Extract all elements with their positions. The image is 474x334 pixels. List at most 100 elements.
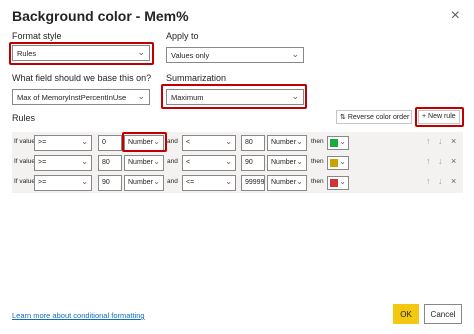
rule-color-picker[interactable]: ⌄ xyxy=(327,136,349,150)
rule-if-label: If value xyxy=(14,138,35,145)
delete-rule-icon[interactable]: × xyxy=(451,136,456,146)
rule-type1-dropdown[interactable]: Number ⌄ xyxy=(124,175,164,191)
color-swatch xyxy=(330,179,338,187)
ok-button[interactable]: OK xyxy=(393,304,419,324)
format-style-label: Format style xyxy=(12,31,62,41)
chevron-down-icon: ⌄ xyxy=(296,177,303,186)
rule-type2-value: Number xyxy=(271,139,296,146)
rule-operator1-value: >= xyxy=(38,139,47,146)
chevron-down-icon: ⌄ xyxy=(81,177,88,186)
summarization-value: Maximum xyxy=(171,93,204,102)
rule-row: If value >= ⌄ 0 Number ⌄ and < ⌄ 80 Numb… xyxy=(12,134,463,152)
rule-operator2-value: <= xyxy=(186,179,195,186)
chevron-down-icon: ⌄ xyxy=(296,137,303,146)
cancel-button[interactable]: Cancel xyxy=(424,304,462,324)
rule-and-label: and xyxy=(167,178,178,185)
chevron-down-icon: ⌄ xyxy=(291,49,299,59)
rule-operator2-dropdown[interactable]: <= ⌄ xyxy=(182,175,236,191)
base-field-value: Max of MemoryInstPercentInUse xyxy=(17,93,127,102)
rule-if-label: If value xyxy=(14,178,35,185)
chevron-down-icon: ⌄ xyxy=(296,157,303,166)
chevron-down-icon: ⌄ xyxy=(291,91,299,101)
chevron-down-icon: ⌄ xyxy=(339,157,346,166)
apply-to-value: Values only xyxy=(171,51,210,60)
rule-type2-dropdown[interactable]: Number ⌄ xyxy=(267,175,307,191)
chevron-down-icon: ⌄ xyxy=(339,177,346,186)
apply-to-label: Apply to xyxy=(166,31,199,41)
rule-operator2-value: < xyxy=(186,159,191,166)
summarization-label: Summarization xyxy=(166,73,227,83)
rule-operator1-dropdown[interactable]: >= ⌄ xyxy=(34,155,92,171)
base-field-label: What field should we base this on? xyxy=(12,73,152,83)
color-swatch xyxy=(330,159,338,167)
rule-operator1-value: >= xyxy=(38,159,47,166)
base-field-dropdown[interactable]: Max of MemoryInstPercentInUse ⌄ xyxy=(12,89,150,105)
chevron-down-icon: ⌄ xyxy=(137,47,145,57)
learn-more-link[interactable]: Learn more about conditional formatting xyxy=(12,311,145,320)
apply-to-dropdown[interactable]: Values only ⌄ xyxy=(166,47,304,63)
rule-value1-input[interactable]: 90 xyxy=(98,175,122,191)
move-down-icon[interactable]: ↓ xyxy=(438,176,443,186)
chevron-down-icon: ⌄ xyxy=(153,177,160,186)
rule-type2-value: Number xyxy=(271,179,296,186)
rule-type1-dropdown[interactable]: Number ⌄ xyxy=(124,155,164,171)
chevron-down-icon: ⌄ xyxy=(225,137,232,146)
format-style-dropdown[interactable]: Rules ⌄ xyxy=(12,45,150,61)
color-swatch xyxy=(330,139,338,147)
rule-then-label: then xyxy=(311,138,324,145)
rule-and-label: and xyxy=(167,158,178,165)
rule-operator2-dropdown[interactable]: < ⌄ xyxy=(182,155,236,171)
rule-type2-dropdown[interactable]: Number ⌄ xyxy=(267,135,307,151)
chevron-down-icon: ⌄ xyxy=(153,137,160,146)
delete-rule-icon[interactable]: × xyxy=(451,156,456,166)
swap-icon: ⇅ xyxy=(340,114,346,121)
rule-type2-dropdown[interactable]: Number ⌄ xyxy=(267,155,307,171)
rule-type1-value: Number xyxy=(128,139,153,146)
move-up-icon[interactable]: ↑ xyxy=(426,156,431,166)
rule-operator1-value: >= xyxy=(38,179,47,186)
close-icon[interactable]: × xyxy=(451,7,460,25)
rules-list: If value >= ⌄ 0 Number ⌄ and < ⌄ 80 Numb… xyxy=(12,132,463,193)
rule-value2-input[interactable]: 99999 xyxy=(241,175,265,191)
rule-color-picker[interactable]: ⌄ xyxy=(327,176,349,190)
rule-type1-value: Number xyxy=(128,179,153,186)
reverse-color-order-label: Reverse color order xyxy=(347,114,410,121)
chevron-down-icon: ⌄ xyxy=(81,157,88,166)
summarization-dropdown[interactable]: Maximum ⌄ xyxy=(166,89,304,105)
rule-type1-value: Number xyxy=(128,159,153,166)
rule-color-picker[interactable]: ⌄ xyxy=(327,156,349,170)
rule-row: If value >= ⌄ 80 Number ⌄ and < ⌄ 90 Num… xyxy=(12,154,463,172)
chevron-down-icon: ⌄ xyxy=(225,177,232,186)
new-rule-label: + New rule xyxy=(422,113,456,120)
move-up-icon[interactable]: ↑ xyxy=(426,176,431,186)
dialog-title: Background color - Mem% xyxy=(12,8,189,24)
rule-value2-input[interactable]: 90 xyxy=(241,155,265,171)
move-down-icon[interactable]: ↓ xyxy=(438,156,443,166)
rule-operator1-dropdown[interactable]: >= ⌄ xyxy=(34,175,92,191)
chevron-down-icon: ⌄ xyxy=(225,157,232,166)
rules-label: Rules xyxy=(12,113,36,123)
rule-then-label: then xyxy=(311,178,324,185)
rule-operator2-value: < xyxy=(186,139,191,146)
rule-then-label: then xyxy=(311,158,324,165)
chevron-down-icon: ⌄ xyxy=(339,137,346,146)
new-rule-button[interactable]: + New rule xyxy=(418,110,460,124)
rule-if-label: If value xyxy=(14,158,35,165)
chevron-down-icon: ⌄ xyxy=(153,157,160,166)
delete-rule-icon[interactable]: × xyxy=(451,176,456,186)
rule-value2-input[interactable]: 80 xyxy=(241,135,265,151)
rule-operator2-dropdown[interactable]: < ⌄ xyxy=(182,135,236,151)
rule-value1-input[interactable]: 80 xyxy=(98,155,122,171)
rule-and-label: and xyxy=(167,138,178,145)
rule-value1-input[interactable]: 0 xyxy=(98,135,122,151)
rule-operator1-dropdown[interactable]: >= ⌄ xyxy=(34,135,92,151)
move-down-icon[interactable]: ↓ xyxy=(438,136,443,146)
move-up-icon[interactable]: ↑ xyxy=(426,136,431,146)
reverse-color-order-button[interactable]: ⇅ Reverse color order xyxy=(336,110,412,124)
rule-type1-dropdown[interactable]: Number ⌄ xyxy=(124,135,164,151)
format-style-value: Rules xyxy=(17,49,37,58)
rule-type2-value: Number xyxy=(271,159,296,166)
chevron-down-icon: ⌄ xyxy=(137,91,145,101)
rule-row: If value >= ⌄ 90 Number ⌄ and <= ⌄ 99999… xyxy=(12,174,463,192)
chevron-down-icon: ⌄ xyxy=(81,137,88,146)
